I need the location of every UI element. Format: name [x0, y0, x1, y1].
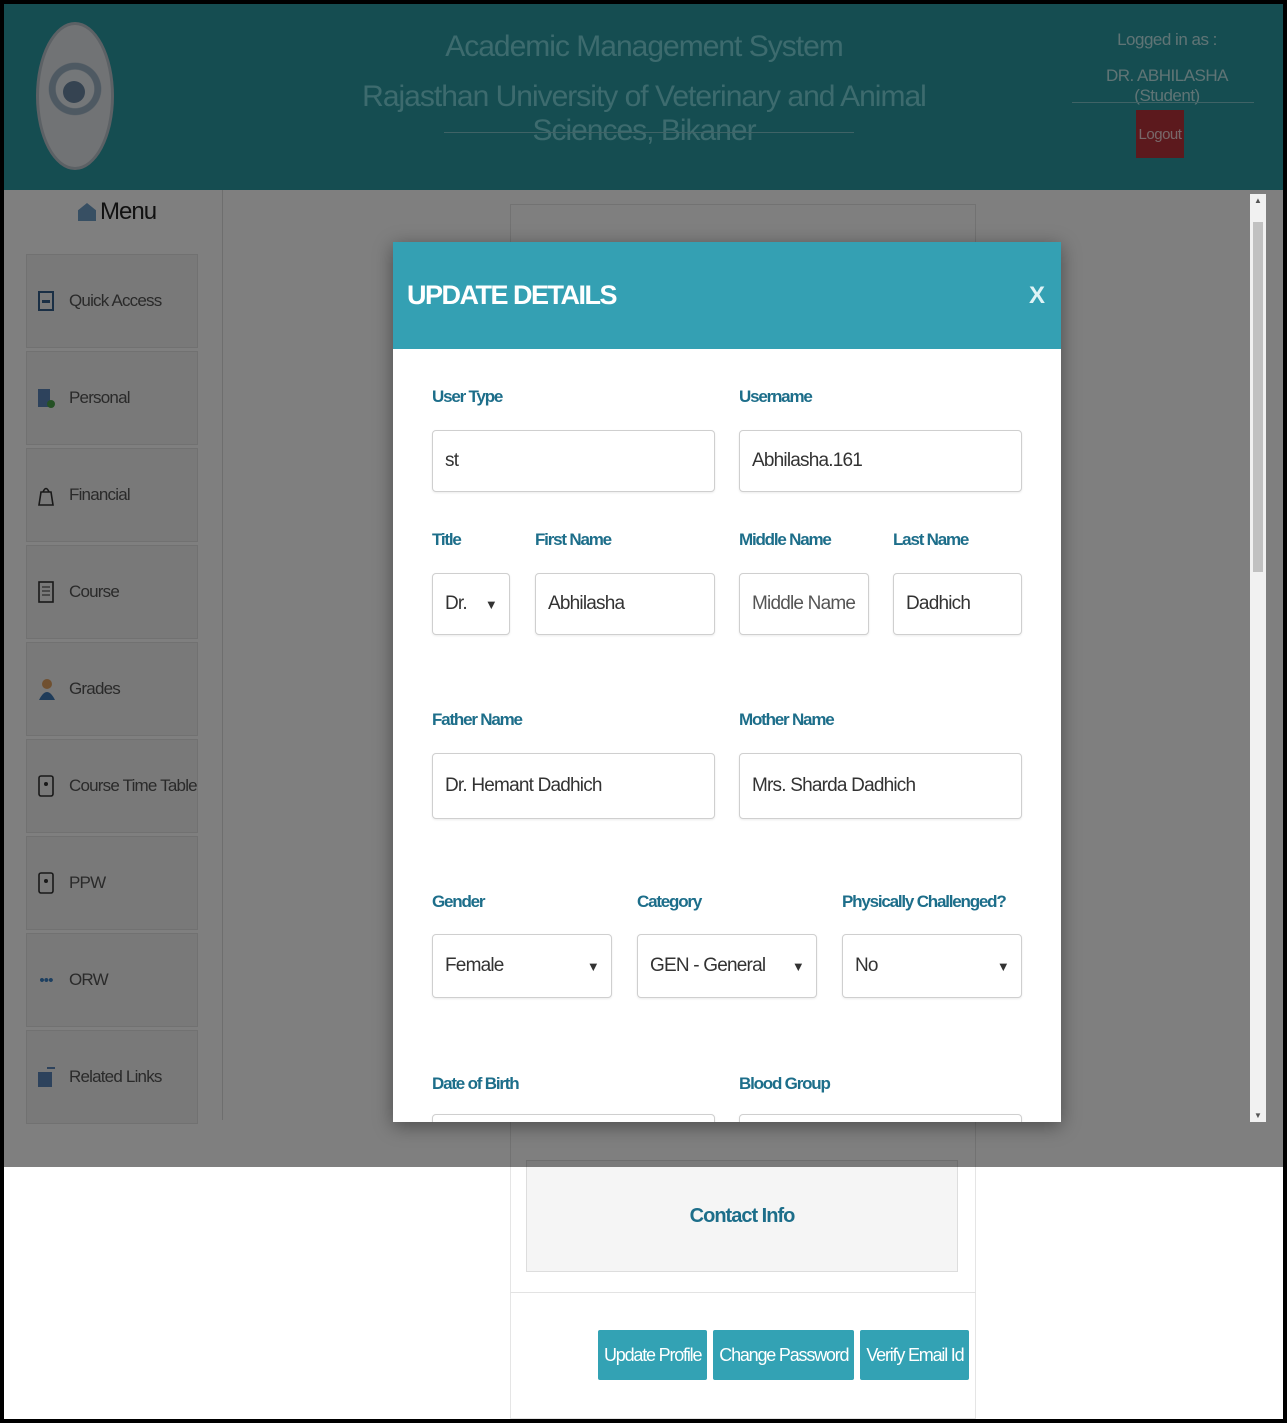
category-select[interactable]: GEN - General ▼ [637, 934, 817, 998]
update-profile-button[interactable]: Update Profile [598, 1330, 708, 1380]
page-frame: Academic Management System Rajasthan Uni… [4, 4, 1283, 1419]
update-details-modal: UPDATE DETAILS X User Type st Username A… [393, 242, 1061, 1122]
verify-email-button[interactable]: Verify Email Id [860, 1330, 970, 1380]
contact-info-panel[interactable]: Contact Info [526, 1160, 958, 1272]
scroll-down-icon[interactable]: ▼ [1253, 1111, 1263, 1120]
first-name-value: Abhilasha [548, 593, 625, 614]
blood-group-label: Blood Group [739, 1074, 831, 1093]
gender-select[interactable]: Female ▼ [432, 934, 612, 998]
close-button[interactable]: X [1029, 282, 1045, 310]
middle-name-input[interactable]: Middle Name [739, 573, 869, 635]
last-name-label: Last Name [893, 530, 969, 549]
scrollbar-thumb[interactable] [1253, 222, 1263, 572]
card-divider [510, 1292, 976, 1293]
gender-label: Gender [432, 892, 486, 911]
chevron-down-icon: ▼ [484, 596, 498, 612]
gender-value: Female [445, 955, 504, 976]
page-scrollbar[interactable]: ▲ ▼ [1250, 194, 1266, 1122]
username-label: Username [739, 387, 813, 406]
blood-group-input[interactable] [739, 1114, 1022, 1122]
title-value: Dr. [445, 593, 468, 614]
chevron-down-icon: ▼ [586, 958, 600, 974]
modal-title: UPDATE DETAILS [407, 280, 618, 310]
last-name-input[interactable]: Dadhich [893, 573, 1022, 635]
dob-label: Date of Birth [432, 1074, 520, 1093]
category-value: GEN - General [650, 955, 766, 976]
physically-challenged-value: No [855, 955, 879, 976]
father-name-value: Dr. Hemant Dadhich [445, 775, 602, 796]
dob-input[interactable] [432, 1114, 715, 1122]
father-name-input[interactable]: Dr. Hemant Dadhich [432, 753, 715, 819]
title-label: Title [432, 530, 462, 549]
mother-name-value: Mrs. Sharda Dadhich [752, 775, 916, 796]
first-name-label: First Name [535, 530, 612, 549]
user-type-label: User Type [432, 387, 503, 406]
last-name-value: Dadhich [906, 593, 971, 614]
physically-challenged-select[interactable]: No ▼ [842, 934, 1022, 998]
mother-name-label: Mother Name [739, 710, 835, 729]
chevron-down-icon: ▼ [996, 958, 1010, 974]
chevron-down-icon: ▼ [791, 958, 805, 974]
title-select[interactable]: Dr. ▼ [432, 573, 510, 635]
profile-actions: Update Profile Change Password Verify Em… [598, 1330, 970, 1380]
physically-challenged-label: Physically Challenged? [842, 892, 1007, 911]
father-name-label: Father Name [432, 710, 523, 729]
username-value: Abhilasha.161 [752, 450, 863, 471]
category-label: Category [637, 892, 702, 911]
scroll-up-icon[interactable]: ▲ [1253, 196, 1263, 205]
change-password-button[interactable]: Change Password [713, 1330, 855, 1380]
modal-header: UPDATE DETAILS X [393, 242, 1061, 349]
user-type-input[interactable]: st [432, 430, 715, 492]
user-type-value: st [445, 450, 459, 471]
middle-name-label: Middle Name [739, 530, 832, 549]
mother-name-input[interactable]: Mrs. Sharda Dadhich [739, 753, 1022, 819]
first-name-input[interactable]: Abhilasha [535, 573, 715, 635]
username-input[interactable]: Abhilasha.161 [739, 430, 1022, 492]
middle-name-placeholder: Middle Name [752, 593, 856, 614]
